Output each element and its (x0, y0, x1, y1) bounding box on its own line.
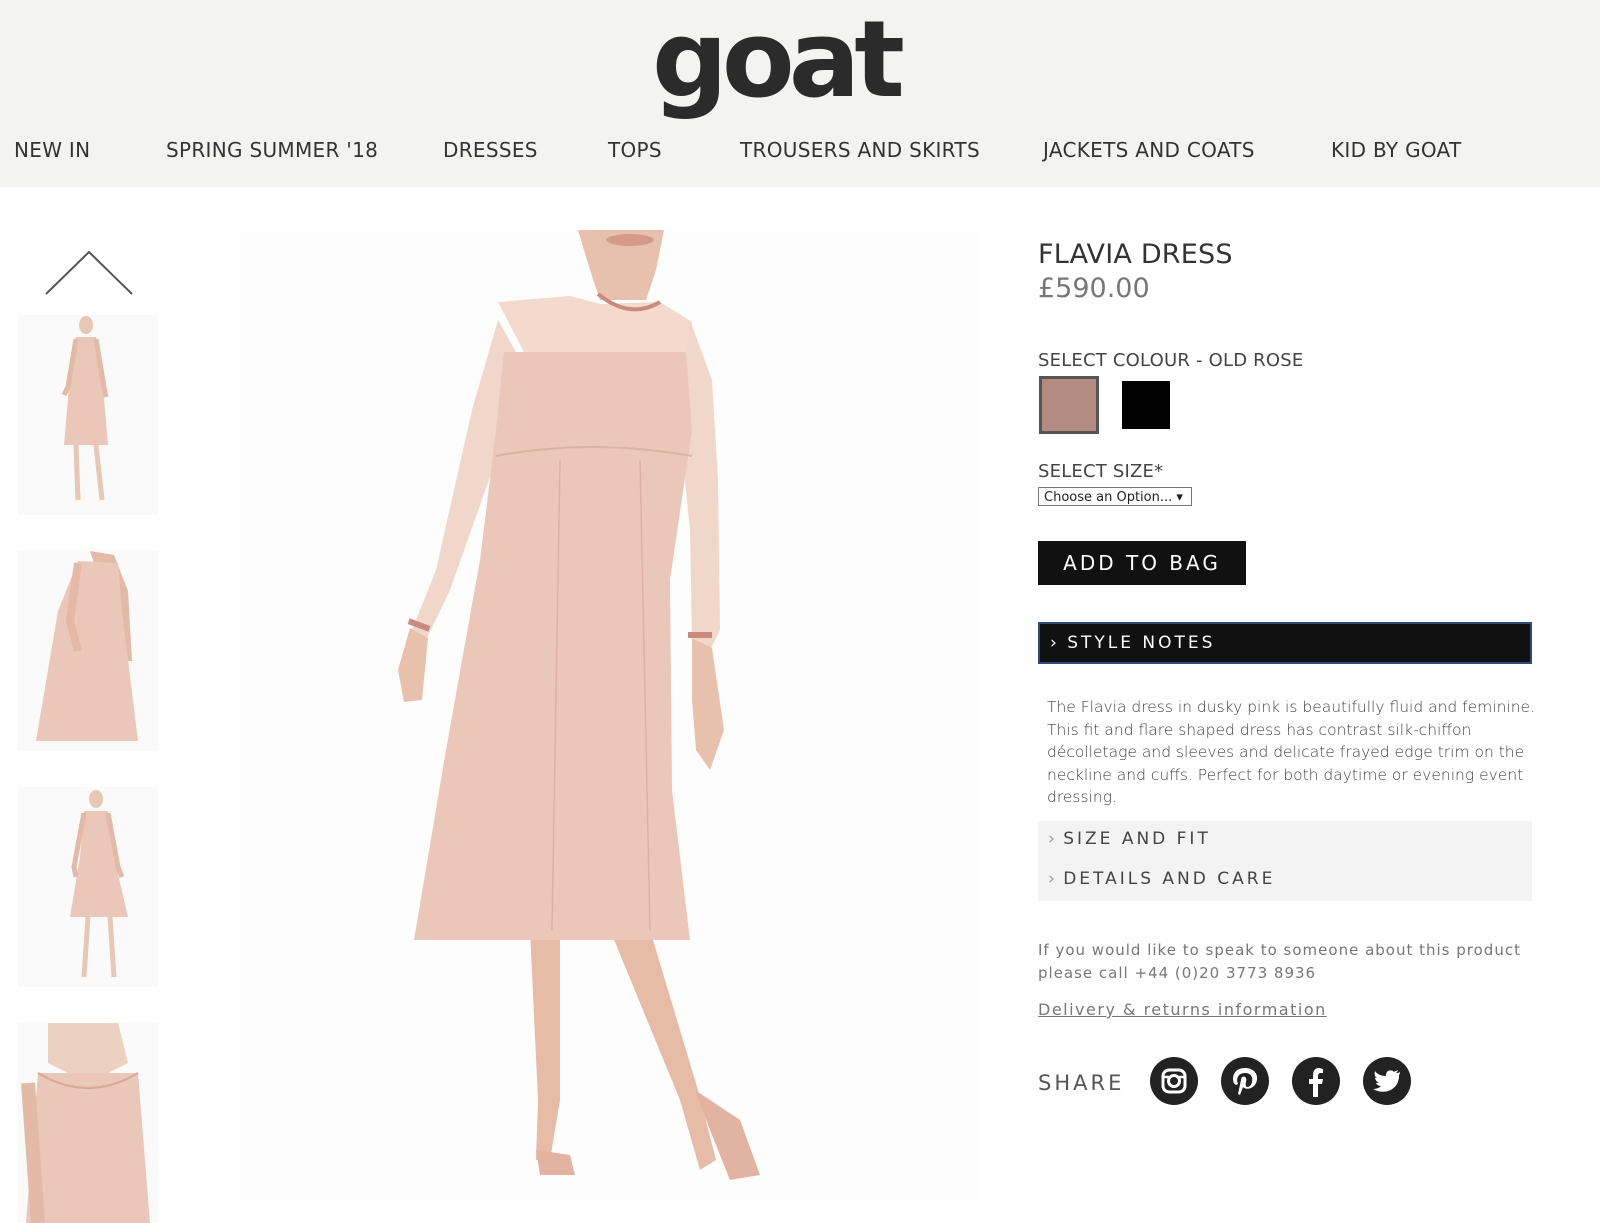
nav-dresses[interactable]: DRESSES (443, 138, 538, 162)
facebook-icon[interactable] (1292, 1057, 1340, 1105)
share-label: SHARE (1038, 1071, 1125, 1095)
nav-kid-by-goat[interactable]: KID BY GOAT (1331, 138, 1462, 162)
help-text-line-2: please call +44 (0)20 3773 8936 (1038, 963, 1317, 982)
chevron-up-icon[interactable] (44, 246, 134, 296)
size-and-fit-accordion[interactable]: › SIZE AND FIT (1048, 829, 1211, 849)
product-title: FLAVIA DRESS (1038, 239, 1233, 270)
swatch-black[interactable] (1122, 381, 1170, 429)
help-text: If you would like to speak to someone ab… (1038, 939, 1558, 984)
chevron-right-icon: › (1048, 829, 1055, 849)
nav-jackets-and-coats[interactable]: JACKETS AND COATS (1043, 138, 1255, 162)
main-product-image[interactable] (240, 230, 980, 1200)
size-select[interactable]: Choose an Option... ▾ (1038, 487, 1192, 506)
details-and-care-accordion[interactable]: › DETAILS AND CARE (1048, 869, 1275, 889)
instagram-icon[interactable] (1150, 1057, 1198, 1105)
twitter-icon[interactable] (1363, 1057, 1411, 1105)
thumbnail-3[interactable] (18, 787, 158, 987)
product-description: The Flavia dress in dusky pink is beauti… (1047, 698, 1536, 806)
colour-label: SELECT COLOUR - OLD ROSE (1038, 350, 1304, 371)
swatch-old-rose[interactable] (1039, 376, 1099, 434)
more-info-accordions: › SIZE AND FIT › DETAILS AND CARE (1038, 821, 1532, 901)
nav-tops[interactable]: TOPS (608, 138, 662, 162)
style-notes-accordion[interactable]: › STYLE NOTES (1038, 622, 1532, 664)
product-price: £590.00 (1038, 273, 1150, 304)
delivery-returns-link[interactable]: Delivery & returns information (1038, 1000, 1327, 1019)
thumbnail-2[interactable] (18, 551, 158, 751)
chevron-right-icon: › (1050, 633, 1057, 653)
site-header: goat NEW IN SPRING SUMMER '18 DRESSES TO… (0, 0, 1600, 187)
help-text-line-1: If you would like to speak to someone ab… (1038, 941, 1521, 959)
thumbnail-1[interactable] (18, 315, 158, 515)
style-notes-label: STYLE NOTES (1067, 633, 1216, 653)
details-and-care-label: DETAILS AND CARE (1063, 869, 1276, 889)
nav-new-in[interactable]: NEW IN (14, 138, 90, 162)
thumbnail-4[interactable] (18, 1023, 158, 1223)
size-and-fit-label: SIZE AND FIT (1063, 829, 1211, 849)
goat-logo[interactable]: goat (652, 0, 905, 120)
pinterest-icon[interactable] (1221, 1057, 1269, 1105)
nav-spring-summer[interactable]: SPRING SUMMER '18 (166, 138, 378, 162)
product-info: FLAVIA DRESS £590.00 (1038, 238, 1558, 306)
size-label: SELECT SIZE* (1038, 461, 1164, 482)
thumbnail-gallery (0, 230, 200, 1223)
chevron-right-icon: › (1048, 869, 1055, 889)
nav-trousers-and-skirts[interactable]: TROUSERS AND SKIRTS (740, 138, 980, 162)
add-to-bag-button[interactable]: ADD TO BAG (1038, 541, 1246, 585)
